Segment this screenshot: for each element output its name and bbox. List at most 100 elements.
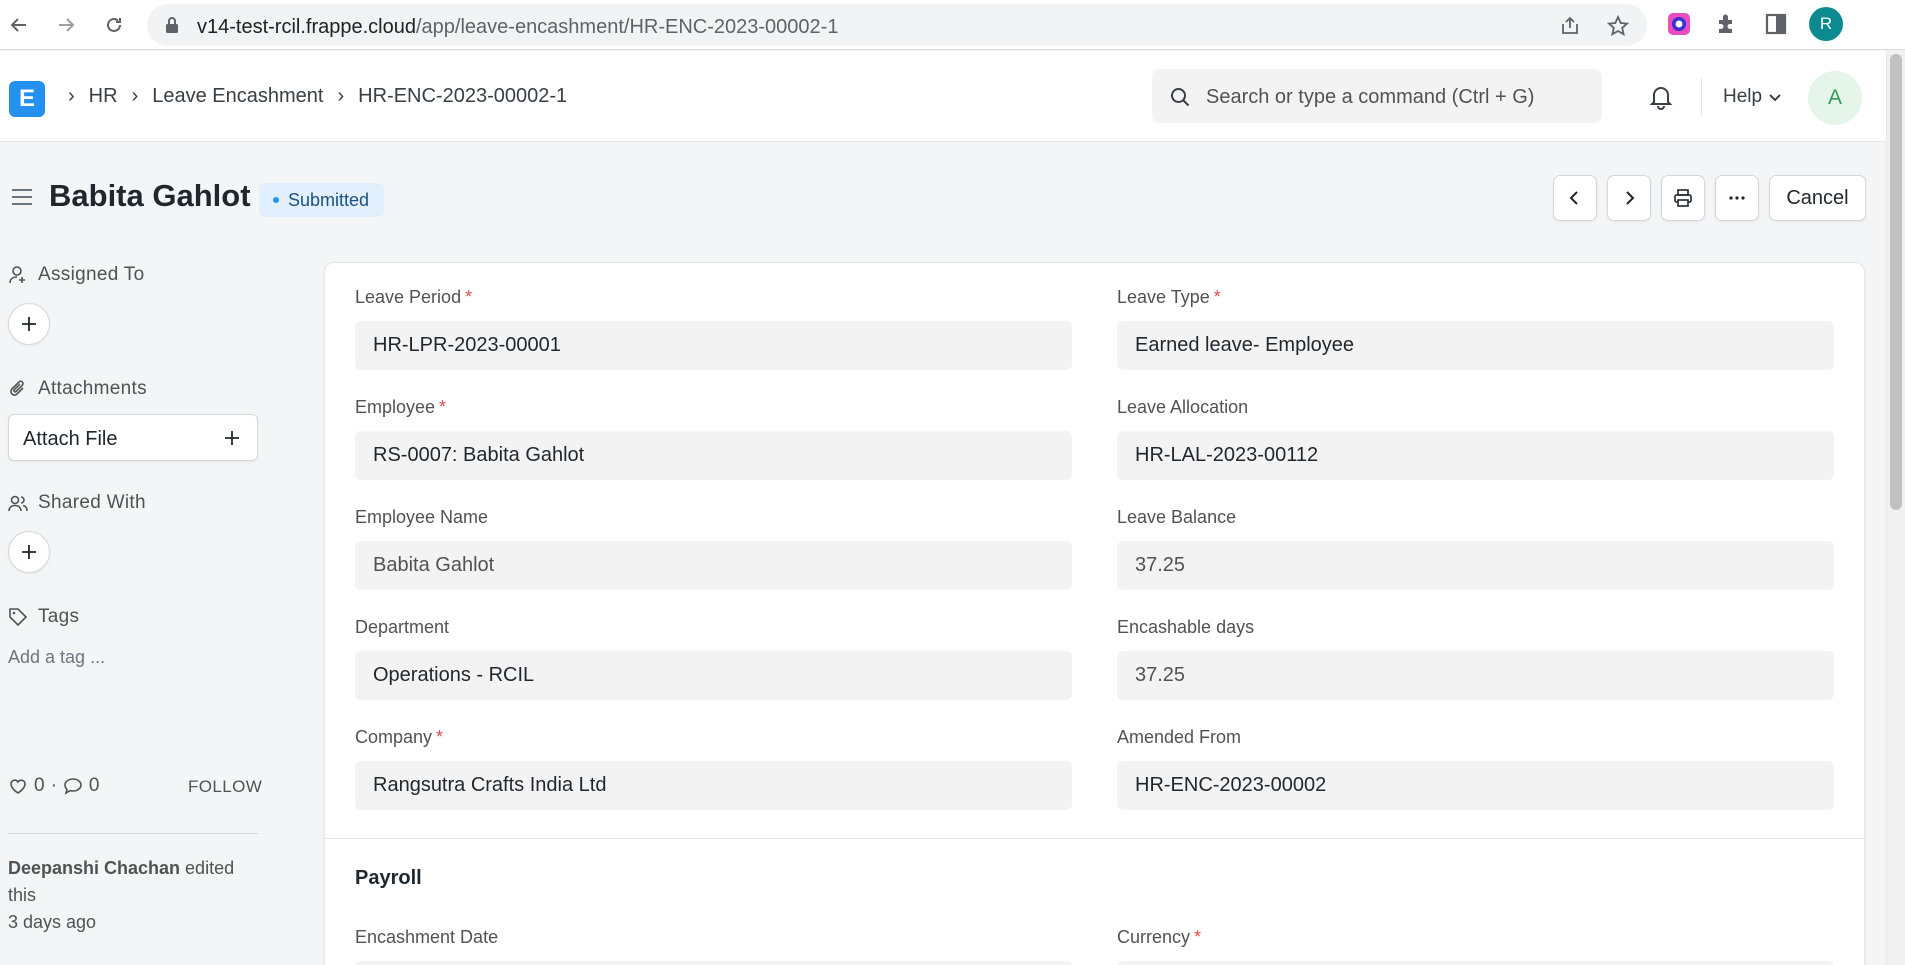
forward-button[interactable] [49,8,83,42]
add-tag-link[interactable]: Add a tag ... [8,647,105,668]
chevron-left-icon [1569,191,1578,205]
assigned-to-label: Assigned To [8,264,144,286]
status-dot [273,197,279,203]
encashable-days-value: 37.25 [1117,651,1834,700]
app-navbar: E › HR › Leave Encashment › HR-ENC-2023-… [0,51,1886,142]
help-label: Help [1723,86,1763,107]
comment-icon[interactable] [63,776,83,796]
breadcrumb-document[interactable]: HR-ENC-2023-00002-1 [358,85,567,108]
field-label: Amended From [1117,727,1242,747]
page-scrollbar[interactable] [1886,50,1905,965]
field-label: Leave Balance [1117,507,1237,527]
leave-balance-value: 37.25 [1117,541,1834,590]
leave-period-input[interactable]: HR-LPR-2023-00001 [355,321,1072,370]
back-button[interactable] [2,8,36,42]
chevron-right-icon: › [337,85,345,107]
status-text: Submitted [288,189,370,210]
last-edited-info: Deepanshi Chachan edited this 3 days ago [8,855,258,936]
cancel-button[interactable]: Cancel [1769,175,1866,221]
users-icon [8,495,28,512]
add-assignment-button[interactable] [8,303,50,345]
field-encashment-date: Encashment Date [355,927,1072,965]
side-panel-icon[interactable] [1763,11,1789,37]
field-amended-from: Amended From HR-ENC-2023-00002 [1117,727,1834,810]
search-input[interactable]: Search or type a command (Ctrl + G) [1152,69,1602,123]
field-leave-period: Leave Period * HR-LPR-2023-00001 [355,287,1072,370]
search-icon [1171,88,1190,107]
field-encashable-days: Encashable days 37.25 [1117,617,1834,700]
address-url: v14-test-rcil.frappe.cloud/app/leave-enc… [197,16,839,38]
field-label: Leave Allocation [1117,397,1249,417]
likes-comments: 0 · 0 [8,775,99,797]
hamburger-icon[interactable] [10,187,34,207]
field-leave-allocation: Leave Allocation HR-LAL-2023-00112 [1117,397,1834,480]
company-input[interactable]: Rangsutra Crafts India Ltd [355,761,1072,810]
plus-icon [225,431,239,445]
app-logo[interactable]: E [9,81,45,117]
user-avatar[interactable]: A [1808,71,1862,125]
follow-button[interactable]: FOLLOW [188,777,262,797]
field-label: Company * [355,727,444,747]
amended-from-input[interactable]: HR-ENC-2023-00002 [1117,761,1834,810]
section-title-payroll[interactable]: Payroll [355,867,422,890]
chevron-right-icon [1626,191,1635,205]
address-bar[interactable]: v14-test-rcil.frappe.cloud/app/leave-enc… [147,4,1647,46]
attach-file-button[interactable]: Attach File [8,414,258,461]
comments-count: 0 [88,775,100,796]
breadcrumb: › HR › Leave Encashment › HR-ENC-2023-00… [68,85,581,108]
chevron-right-icon: › [68,85,75,107]
field-currency: Currency * [1117,927,1834,965]
color-extension-icon[interactable] [1666,11,1692,37]
form-card: Leave Period * HR-LPR-2023-00001 Leave Ty… [324,262,1866,965]
field-leave-type: Leave Type * Earned leave- Employee [1117,287,1834,370]
field-employee: Employee * RS-0007: Babita Gahlot [355,397,1072,480]
printer-icon [1674,189,1692,207]
puzzle-icon[interactable] [1714,11,1740,37]
separator-dot: · [50,775,57,796]
star-icon[interactable] [1607,15,1629,37]
search-placeholder: Search or type a command (Ctrl + G) [1206,86,1535,108]
field-label: Leave Period * [355,287,473,307]
employee-name-value: Babita Gahlot [355,541,1072,590]
arrow-left-icon [10,18,26,32]
breadcrumb-leave-encashment[interactable]: Leave Encashment [152,85,323,108]
reload-button[interactable] [97,8,131,42]
more-actions-button[interactable] [1715,175,1759,221]
page-title: Babita Gahlot [49,178,251,213]
department-input[interactable]: Operations - RCIL [355,651,1072,700]
bell-icon[interactable] [1648,83,1674,111]
attachments-label: Attachments [8,378,147,400]
print-button[interactable] [1661,175,1705,221]
previous-doc-button[interactable] [1553,175,1597,221]
field-employee-name: Employee Name Babita Gahlot [355,507,1072,590]
paperclip-icon [10,380,24,396]
reload-icon [107,17,121,32]
field-company: Company * Rangsutra Crafts India Ltd [355,727,1072,810]
arrow-right-icon [59,18,75,32]
next-doc-button[interactable] [1607,175,1651,221]
page-head: Babita Gahlot Submitted Cancel [0,142,1886,242]
breadcrumb-hr[interactable]: HR [89,85,118,108]
activity-time: 3 days ago [8,912,97,932]
field-label: Encashable days [1117,617,1255,637]
field-department: Department Operations - RCIL [355,617,1072,700]
scrollbar-thumb[interactable] [1890,54,1902,510]
navbar-divider [1701,78,1702,116]
leave-type-input[interactable]: Earned leave- Employee [1117,321,1834,370]
help-dropdown[interactable]: Help [1723,86,1782,108]
section-divider [325,838,1866,839]
browser-toolbar: v14-test-rcil.frappe.cloud/app/leave-enc… [0,0,1905,50]
add-share-button[interactable] [8,531,50,573]
activity-user[interactable]: Deepanshi Chachan [8,858,180,878]
likes-count: 0 [34,775,45,796]
employee-input[interactable]: RS-0007: Babita Gahlot [355,431,1072,480]
browser-profile-avatar[interactable]: R [1809,7,1843,41]
tag-icon [9,608,28,627]
user-icon [9,266,25,284]
encashment-date-input[interactable] [355,961,1072,965]
currency-input[interactable] [1117,961,1834,965]
leave-allocation-input[interactable]: HR-LAL-2023-00112 [1117,431,1834,480]
field-leave-balance: Leave Balance 37.25 [1117,507,1834,590]
share-icon[interactable] [1559,15,1581,37]
heart-icon[interactable] [8,776,28,796]
